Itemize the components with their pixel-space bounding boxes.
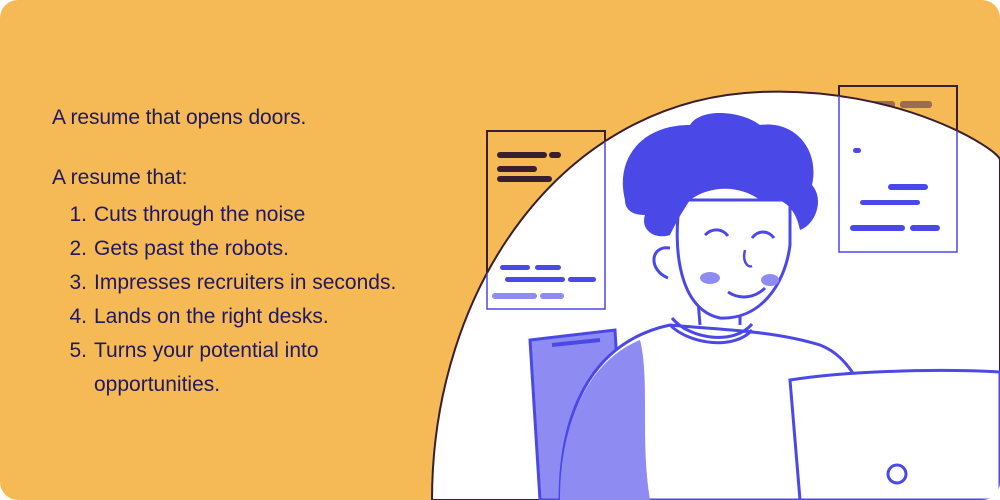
promo-card: A resume that opens doors. A resume that… bbox=[0, 0, 1000, 500]
person-at-laptop-illustration bbox=[430, 85, 1000, 500]
